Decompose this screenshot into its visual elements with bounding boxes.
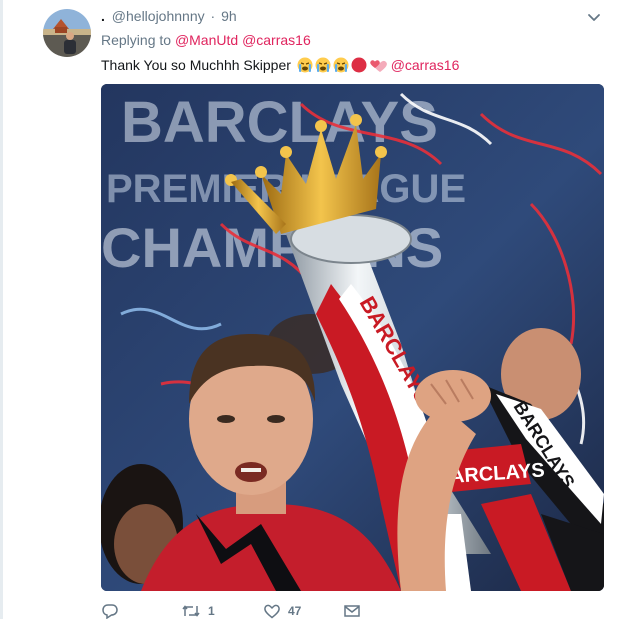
- separator: ·: [210, 8, 216, 24]
- loudly-crying-face-icon: [333, 57, 349, 77]
- tweet-header: . @hellojohnnny · 9h: [101, 8, 237, 28]
- tweet-photo[interactable]: BARCLAYS PREMIER LEAGUE CHAMPIONS BARCLA…: [101, 84, 604, 591]
- red-circle-icon: [351, 57, 367, 77]
- heart-icon: [263, 603, 281, 619]
- reply-context: Replying to @ManUtd @carras16: [101, 32, 311, 48]
- envelope-icon: [343, 603, 361, 619]
- timestamp[interactable]: 9h: [221, 8, 237, 24]
- reply-mention-manutd[interactable]: @ManUtd: [175, 32, 238, 48]
- avatar[interactable]: [43, 9, 91, 57]
- reply-mention-carras16[interactable]: @carras16: [242, 32, 311, 48]
- banner-line-1: BARCLAYS: [121, 90, 438, 155]
- display-name[interactable]: .: [101, 8, 105, 24]
- retweet-button[interactable]: 1: [181, 603, 215, 619]
- reply-icon: [101, 603, 119, 619]
- like-button[interactable]: 47: [263, 603, 301, 619]
- more-options-chevron-down-icon[interactable]: [586, 10, 602, 26]
- reply-prefix: Replying to: [101, 32, 172, 48]
- two-hearts-icon: [369, 57, 387, 77]
- reply-button[interactable]: [101, 603, 126, 619]
- tweet-text: Thank You so Muchhh Skipper @carras16: [101, 56, 459, 77]
- user-handle[interactable]: @hellojohnnny: [112, 8, 205, 24]
- tweet-actions: 1 47: [101, 603, 501, 619]
- retweet-icon: [181, 603, 201, 619]
- loudly-crying-face-icon: [297, 57, 313, 77]
- like-count: 47: [288, 604, 302, 618]
- tweet-body: Thank You so Muchhh Skipper: [101, 57, 291, 73]
- text-mention-carras16[interactable]: @carras16: [391, 57, 460, 73]
- direct-message-button[interactable]: [343, 603, 368, 619]
- loudly-crying-face-icon: [315, 57, 331, 77]
- retweet-count: 1: [208, 604, 215, 618]
- tweet[interactable]: . @hellojohnnny · 9h Replying to @ManUtd…: [0, 0, 642, 619]
